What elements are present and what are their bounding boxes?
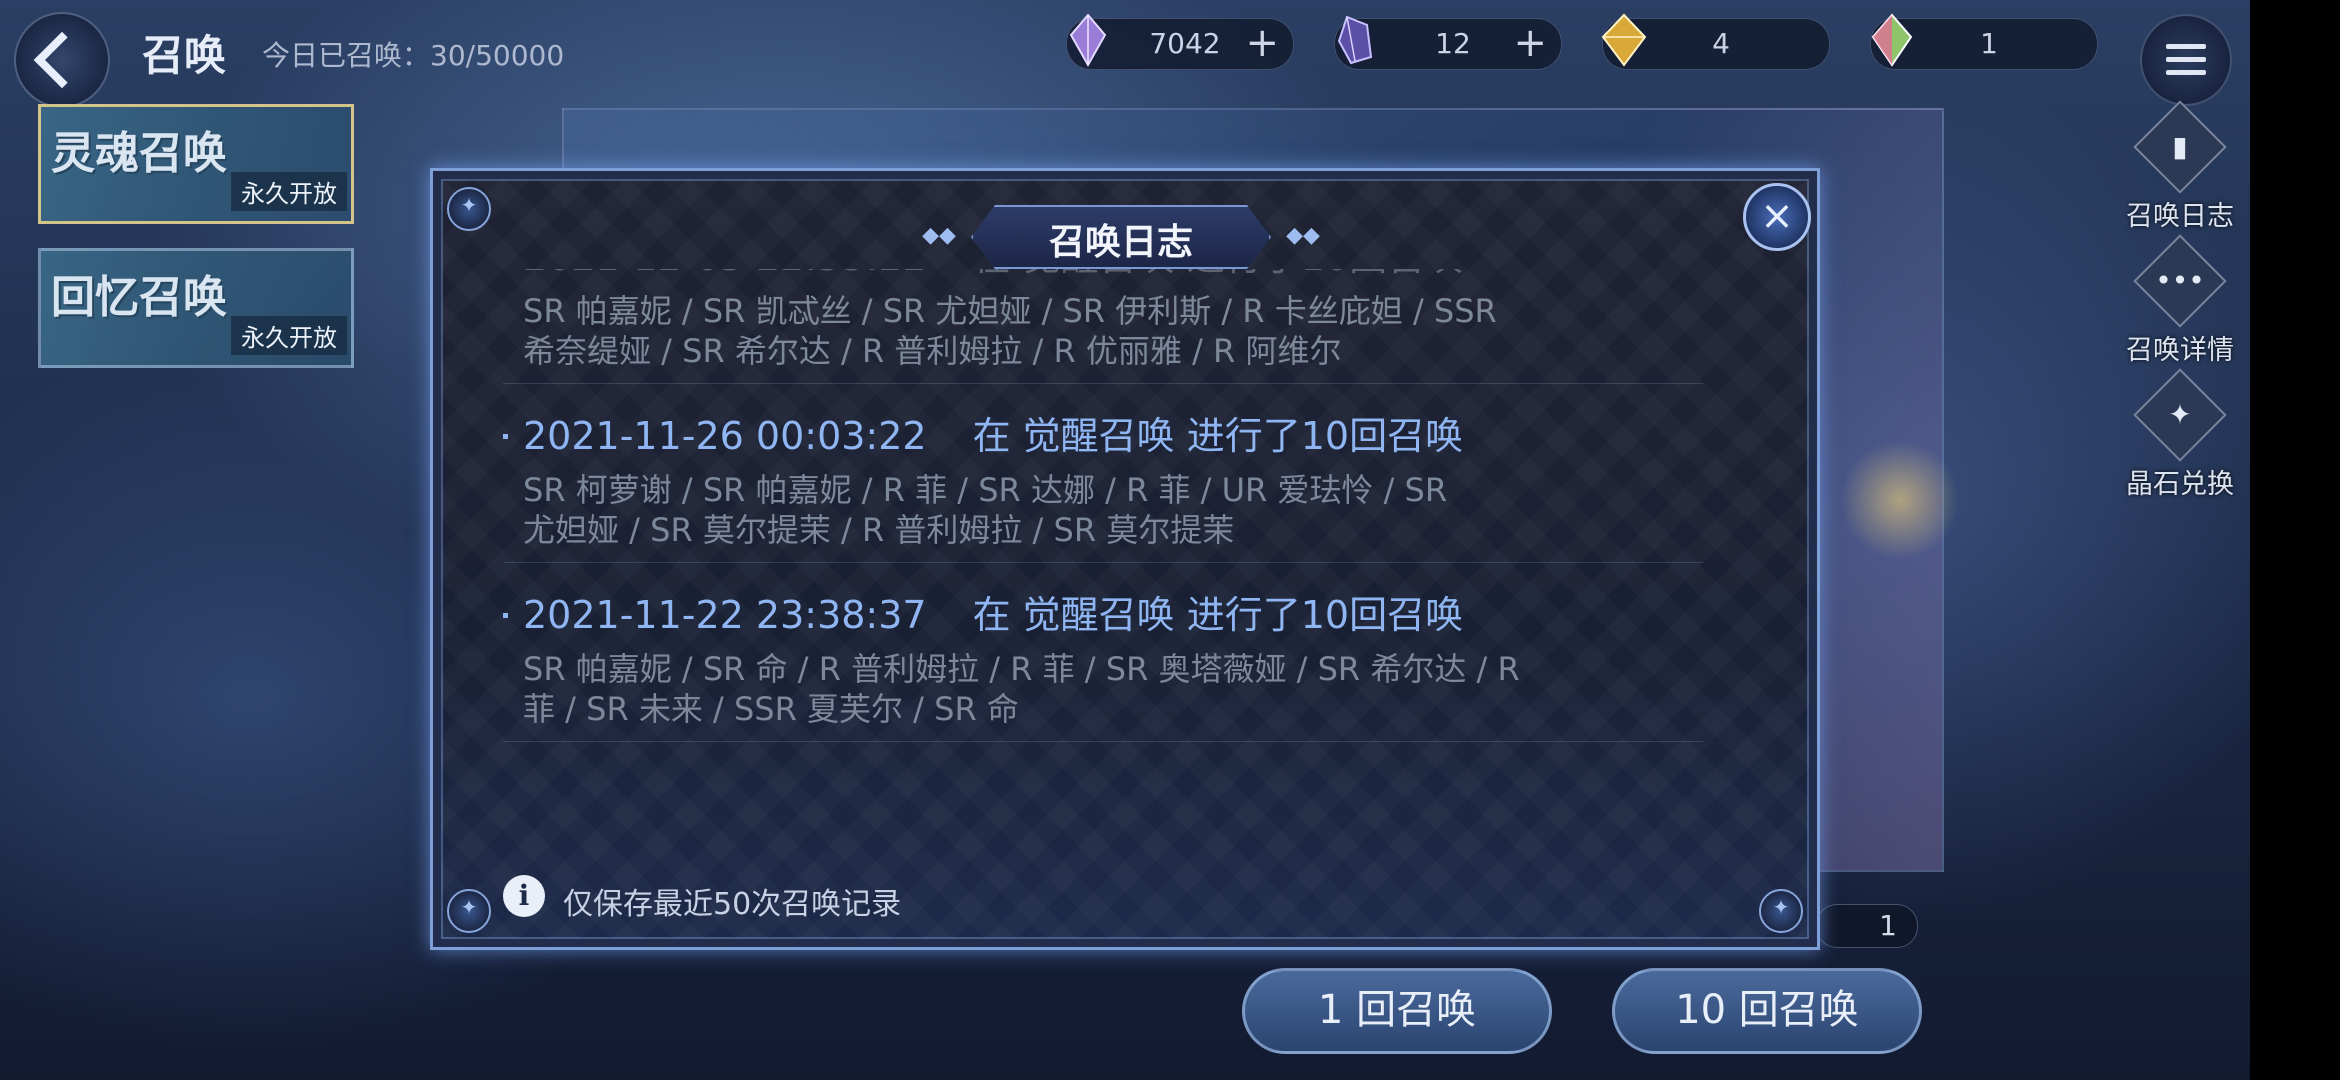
- retention-note-text: 仅保存最近50次召唤记录: [563, 887, 902, 922]
- close-button[interactable]: ×: [1743, 183, 1811, 251]
- rainbow-crystal-icon: [1871, 13, 1913, 67]
- screen-edge: [2250, 0, 2340, 1080]
- summon-log-dialog: ◆◆ ◆◆ 召唤日志 × 2021-12-05 22:55:22 在 觉醒召唤 进…: [430, 168, 1820, 950]
- crystal-exchange-icon: ✦: [2133, 368, 2227, 462]
- log-entry-date: 2021-11-26 00:03:22: [523, 414, 927, 458]
- more-dots-icon: •••: [2133, 234, 2227, 328]
- log-entry: 2021-12-05 22:55:22 在 觉醒召唤 进行了10回召唤 SR 帕嘉…: [503, 269, 1703, 384]
- crystal-shard-icon: [1337, 15, 1373, 65]
- tab-status: 永久开放: [231, 172, 347, 211]
- menu-icon: [2166, 44, 2206, 49]
- add-crystal-shard-button[interactable]: +: [1513, 21, 1547, 65]
- summon-log-action[interactable]: ▮ 召唤日志: [2110, 100, 2250, 233]
- log-entry-header: 2021-12-05 22:55:22 在 觉醒召唤 进行了10回召唤: [503, 269, 1703, 287]
- log-entry: 2021-11-22 23:38:37 在 觉醒召唤 进行了10回召唤 SR 帕嘉…: [503, 563, 1703, 742]
- daily-summon-count: 今日已召唤：30/50000: [262, 39, 565, 72]
- log-entry: 2021-11-26 00:03:22 在 觉醒召唤 进行了10回召唤 SR 柯萝…: [503, 384, 1703, 563]
- tab-memory-summon[interactable]: 回忆召唤 永久开放: [38, 248, 354, 368]
- log-entry-header: 2021-11-22 23:38:37 在 觉醒召唤 进行了10回召唤: [503, 585, 1703, 645]
- back-arrow-icon: [33, 31, 91, 89]
- action-label: 召唤日志: [2126, 201, 2234, 232]
- log-entry-description: 在 觉醒召唤 进行了10回召唤: [973, 269, 1464, 279]
- resource-value: 7042: [1149, 27, 1221, 60]
- summon-details-action[interactable]: ••• 召唤详情: [2110, 234, 2250, 367]
- tab-label: 灵魂召唤: [51, 128, 227, 179]
- menu-icon: [2166, 70, 2206, 75]
- menu-button[interactable]: [2140, 14, 2232, 106]
- log-entry-description: 在 觉醒召唤 进行了10回召唤: [972, 414, 1464, 458]
- info-icon: i: [503, 875, 545, 917]
- resource-gold-crystal: 4: [1601, 13, 1830, 70]
- soul-gem-icon: [1069, 13, 1107, 68]
- dialog-title-plate: ◆◆ ◆◆ 召唤日志: [911, 205, 1331, 269]
- log-entry-results: SR 帕嘉妮 / SR 凯忒丝 / SR 尤妲娅 / SR 伊利斯 / R 卡丝…: [523, 292, 1497, 370]
- resource-value: 1: [1980, 27, 1998, 60]
- action-label: 晶石兑换: [2126, 469, 2234, 500]
- log-entry-date: 2021-12-05 22:55:22: [523, 269, 927, 279]
- resource-value: 4: [1712, 27, 1730, 60]
- action-label: 召唤详情: [2126, 335, 2234, 366]
- log-entry-header: 2021-11-26 00:03:22 在 觉醒召唤 进行了10回召唤: [503, 406, 1703, 466]
- log-entry-date: 2021-11-22 23:38:37: [523, 593, 927, 637]
- page-title: 召唤: [142, 31, 227, 80]
- log-entry-results: SR 帕嘉妮 / SR 命 / R 普利姆拉 / R 菲 / SR 奥塔薇娅 /…: [523, 650, 1520, 728]
- summon-log-list[interactable]: 2021-12-05 22:55:22 在 觉醒召唤 进行了10回召唤 SR 帕嘉…: [503, 269, 1703, 909]
- tab-soul-summon[interactable]: 灵魂召唤 永久开放: [38, 104, 354, 224]
- single-summon-button[interactable]: 1 回召唤: [1242, 968, 1552, 1054]
- tab-status: 永久开放: [231, 316, 347, 355]
- resource-rainbow-crystal: 1: [1870, 13, 2098, 70]
- summon-count-value: 1: [1879, 909, 1897, 942]
- add-soul-gem-button[interactable]: +: [1245, 21, 1279, 65]
- resource-crystal-shard: 12 +: [1334, 15, 1562, 70]
- menu-icon: [2166, 57, 2206, 62]
- dialog-title: 召唤日志: [1048, 222, 1193, 263]
- resource-soul-gem: 7042 +: [1066, 13, 1294, 70]
- log-entry-results: SR 柯萝谢 / SR 帕嘉妮 / R 菲 / SR 达娜 / R 菲 / UR…: [523, 471, 1448, 549]
- back-button[interactable]: [14, 12, 110, 108]
- ten-summon-button[interactable]: 10 回召唤: [1612, 968, 1922, 1054]
- tab-label: 回忆召唤: [51, 272, 227, 323]
- gold-crystal-icon: [1601, 13, 1647, 67]
- log-entry-description: 在 觉醒召唤 进行了10回召唤: [972, 593, 1464, 637]
- corner-ornament: [1759, 889, 1803, 933]
- corner-ornament: [447, 889, 491, 933]
- summon-count-field[interactable]: 1: [1816, 904, 1918, 948]
- crystal-exchange-action[interactable]: ✦ 晶石兑换: [2110, 368, 2250, 501]
- banner-glow: [1840, 440, 1960, 560]
- resource-value: 12: [1435, 27, 1471, 60]
- log-book-icon: ▮: [2133, 100, 2227, 194]
- corner-ornament: [447, 187, 491, 231]
